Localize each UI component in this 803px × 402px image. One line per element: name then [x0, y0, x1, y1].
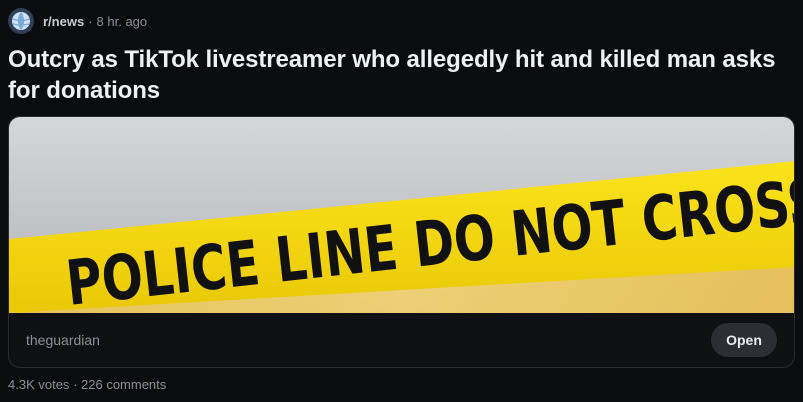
post-stats: 4.3K votes · 226 comments	[8, 377, 166, 392]
post-title[interactable]: Outcry as TikTok livestreamer who allege…	[8, 44, 788, 106]
link-preview-card[interactable]: POLICE LINE DO NOT CROSS theguardian Ope…	[8, 116, 795, 368]
separator-dot: ·	[88, 13, 93, 29]
globe-icon[interactable]	[8, 8, 34, 34]
link-thumbnail[interactable]: POLICE LINE DO NOT CROSS	[9, 117, 794, 313]
vote-count: 4.3K votes	[8, 377, 70, 392]
separator-dot: ·	[73, 377, 82, 392]
link-footer: theguardian Open	[9, 313, 794, 367]
post-age: 8 hr. ago	[96, 13, 148, 29]
open-button[interactable]: Open	[711, 323, 777, 357]
link-domain[interactable]: theguardian	[26, 332, 100, 348]
comment-count[interactable]: 226 comments	[81, 377, 166, 392]
post-meta: r/news · 8 hr. ago	[8, 8, 147, 34]
subreddit-link[interactable]: r/news	[43, 14, 84, 29]
post-card[interactable]: r/news · 8 hr. ago Outcry as TikTok live…	[0, 0, 803, 402]
